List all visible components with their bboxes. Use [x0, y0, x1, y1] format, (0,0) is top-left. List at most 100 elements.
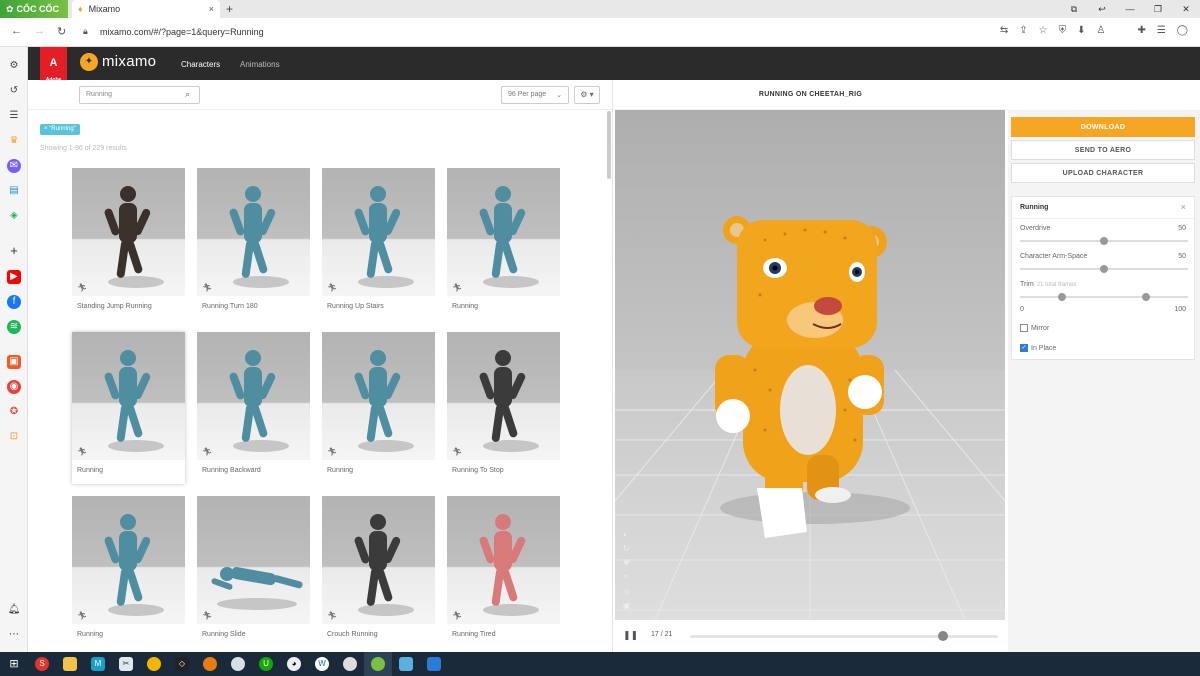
rotate-icon[interactable]: ↻: [623, 544, 631, 553]
add-sidebar-icon[interactable]: +: [7, 244, 21, 258]
reading-list-icon[interactable]: ☰: [1157, 25, 1166, 36]
library-scrollbar[interactable]: [607, 111, 611, 179]
mirror-option[interactable]: Mirror: [1020, 324, 1049, 332]
taskbar-app-6[interactable]: ◇: [168, 652, 196, 676]
notifications-bell-icon[interactable]: 🔔︎: [7, 603, 21, 617]
taskbar-app-2[interactable]: [56, 652, 84, 676]
taskbar-app-10[interactable]: ◕: [280, 652, 308, 676]
animation-card[interactable]: 🏃︎ Running: [72, 332, 185, 484]
reload-icon[interactable]: ↻: [57, 25, 66, 38]
mirror-checkbox[interactable]: [1020, 324, 1028, 332]
animation-card[interactable]: 🏃︎ Running: [322, 332, 435, 484]
trim-slider[interactable]: [1020, 293, 1188, 301]
user-icon[interactable]: ♙: [1096, 25, 1105, 36]
close-icon[interactable]: ×: [1181, 202, 1186, 212]
reset-view-icon[interactable]: ◐: [623, 530, 631, 539]
nav-animations[interactable]: Animations: [240, 60, 280, 69]
coupon-icon[interactable]: ✪: [7, 405, 21, 419]
animation-card[interactable]: 🏃︎ Standing Jump Running: [72, 168, 185, 320]
animation-card[interactable]: 🏃︎ Crouch Running: [322, 496, 435, 648]
minimize-icon[interactable]: —: [1116, 0, 1144, 18]
list-icon[interactable]: ☰: [7, 109, 21, 123]
maximize-icon[interactable]: ❐: [1144, 0, 1172, 18]
back-icon[interactable]: ←: [11, 25, 22, 37]
news-icon[interactable]: ◉: [7, 380, 21, 394]
mixamo-brand[interactable]: mixamo: [102, 53, 156, 70]
skeleton-icon[interactable]: ☺: [623, 587, 631, 596]
taskbar-app-15[interactable]: [420, 652, 448, 676]
download-icon[interactable]: ⬇: [1077, 25, 1085, 36]
history-icon[interactable]: ↺: [7, 84, 21, 98]
filter-chip[interactable]: × "Running": [40, 124, 80, 135]
taskbar-app-8[interactable]: [224, 652, 252, 676]
animation-card[interactable]: 🏃︎ Running Tired: [447, 496, 560, 648]
lock-icon[interactable]: 🔒︎: [83, 26, 88, 37]
animation-card[interactable]: 🏃︎ Running: [447, 168, 560, 320]
deal-icon[interactable]: ⊡: [7, 430, 21, 444]
overdrive-slider-handle[interactable]: [1100, 237, 1108, 245]
taskbar-app-3[interactable]: M: [84, 652, 112, 676]
trim-end-handle[interactable]: [1142, 293, 1150, 301]
profile-icon[interactable]: ◯: [1177, 25, 1188, 36]
taskbar-app-1[interactable]: S: [28, 652, 56, 676]
more-icon[interactable]: ⋯: [7, 628, 21, 642]
armspace-slider[interactable]: [1020, 265, 1188, 273]
in-place-checkbox[interactable]: ✓: [1020, 344, 1028, 352]
pan-icon[interactable]: ✥: [623, 558, 631, 567]
bookmark-star-icon[interactable]: ☆: [1039, 25, 1048, 36]
search-input[interactable]: Running: [79, 86, 200, 104]
mixamo-logo-icon[interactable]: ✦: [80, 53, 98, 71]
upload-character-button[interactable]: UPLOAD CHARACTER: [1011, 163, 1195, 183]
overdrive-slider[interactable]: [1020, 237, 1188, 245]
taskbar-app-13[interactable]: [364, 652, 392, 676]
gamepad-icon[interactable]: ◈: [7, 209, 21, 223]
browser-brand[interactable]: ✿ CỐC CỐC: [0, 0, 68, 18]
translate-icon[interactable]: ⇆: [1000, 25, 1008, 36]
animation-card[interactable]: 🏃︎ Running Up Stairs: [322, 168, 435, 320]
download-button[interactable]: DOWNLOAD: [1011, 117, 1195, 137]
pause-icon[interactable]: ❚❚: [623, 630, 638, 641]
in-place-option[interactable]: ✓ In Place: [1020, 344, 1056, 352]
taskbar-app-14[interactable]: [392, 652, 420, 676]
close-window-icon[interactable]: ✕: [1172, 0, 1200, 18]
per-page-select[interactable]: 96 Per page ⌄: [501, 86, 569, 104]
forward-icon[interactable]: →: [34, 25, 45, 37]
taskbar-app-9[interactable]: U: [252, 652, 280, 676]
nav-characters[interactable]: Characters: [181, 60, 220, 69]
animation-card[interactable]: 🏃︎ Running To Stop: [447, 332, 560, 484]
facebook-icon[interactable]: f: [7, 295, 21, 309]
taskbar-app-12[interactable]: [336, 652, 364, 676]
youtube-icon[interactable]: ▶: [7, 270, 21, 284]
shopping-icon[interactable]: ▣: [7, 355, 21, 369]
share-icon[interactable]: ⇪: [1019, 25, 1027, 36]
timeline-playhead[interactable]: [937, 631, 948, 641]
start-button[interactable]: ⊞: [0, 652, 28, 676]
history-back-icon[interactable]: ↩: [1088, 0, 1116, 18]
settings-gear-icon[interactable]: ⚙: [7, 59, 21, 73]
spotify-icon[interactable]: ≋: [7, 320, 21, 334]
animation-card[interactable]: 🏃︎ Running: [72, 496, 185, 648]
new-tab-button[interactable]: +: [226, 2, 233, 16]
messenger-icon[interactable]: ✉: [7, 159, 21, 173]
taskbar-app-4[interactable]: ✂: [112, 652, 140, 676]
url-field[interactable]: mixamo.com/#/?page=1&query=Running: [100, 27, 264, 37]
trim-start-handle[interactable]: [1058, 293, 1066, 301]
view-settings-button[interactable]: ⚙ ▾: [574, 86, 600, 104]
animation-card[interactable]: 🏃︎ Running Turn 180: [197, 168, 310, 320]
tab-search-icon[interactable]: ⧉: [1060, 0, 1088, 18]
3d-viewport[interactable]: ◐ ↻ ✥ ⌕ ☺ ▣: [615, 110, 1005, 620]
extensions-icon[interactable]: ✚: [1137, 25, 1145, 36]
taskbar-app-11[interactable]: W: [308, 652, 336, 676]
armspace-slider-handle[interactable]: [1100, 265, 1108, 273]
search-icon[interactable]: ⌕: [185, 89, 190, 100]
chart-app-icon[interactable]: ▤: [7, 184, 21, 198]
timeline-track[interactable]: [690, 635, 998, 638]
send-to-aero-button[interactable]: SEND TO AERO: [1011, 140, 1195, 160]
animation-card[interactable]: 🏃︎ Running Backward: [197, 332, 310, 484]
tab-mixamo[interactable]: ♦ Mixamo ×: [72, 0, 220, 18]
tab-close-icon[interactable]: ×: [209, 4, 214, 14]
zoom-icon[interactable]: ⌕: [623, 572, 631, 582]
animation-card[interactable]: 🏃︎ Running Slide: [197, 496, 310, 648]
taskbar-app-5[interactable]: [140, 652, 168, 676]
shield-extension-icon[interactable]: ⛨: [1059, 25, 1067, 36]
